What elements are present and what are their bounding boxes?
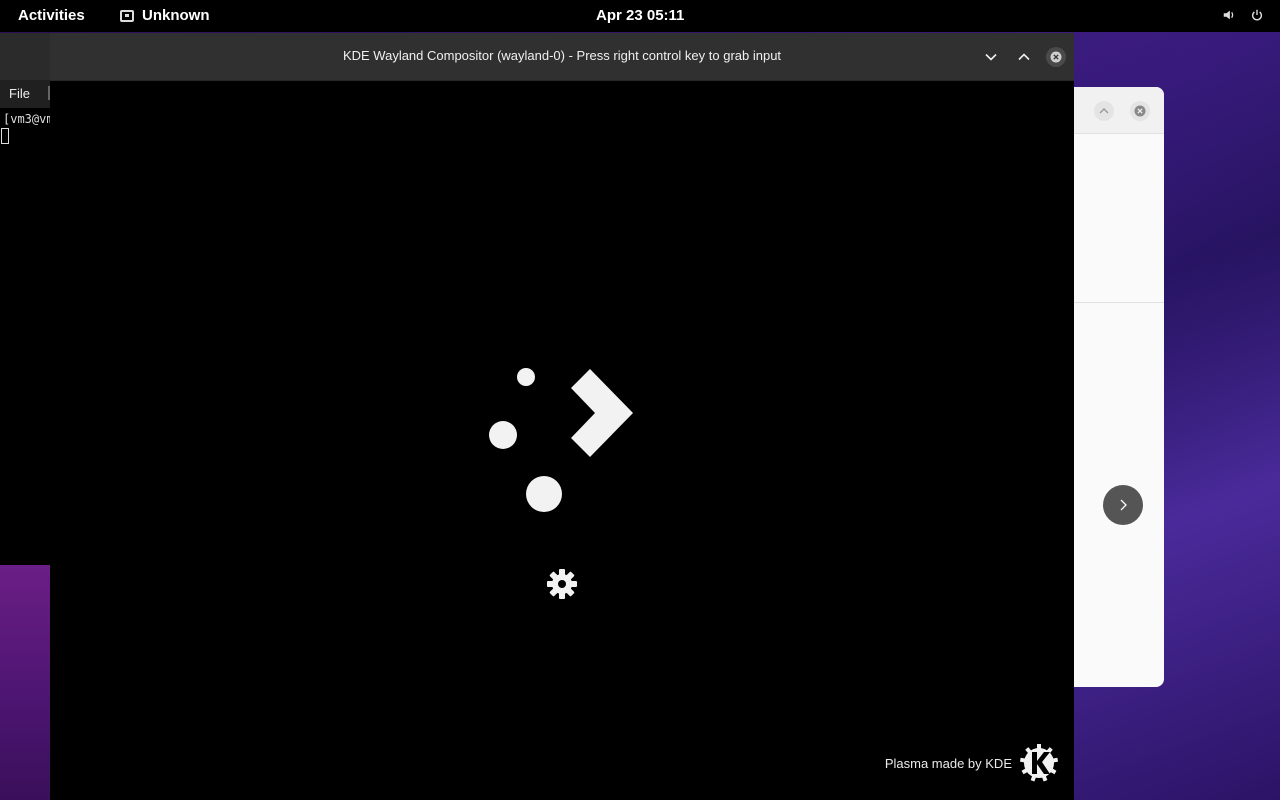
- close-icon: [1134, 105, 1146, 117]
- terminal-prompt: [vm3@vm: [3, 112, 50, 126]
- plasma-logo-icon: [489, 368, 633, 512]
- clock[interactable]: Apr 23 05:11: [596, 7, 684, 24]
- gear-icon: [547, 569, 577, 599]
- close-button[interactable]: [1130, 101, 1150, 121]
- volume-icon: [1223, 10, 1234, 20]
- chevron-right-icon: [1120, 499, 1127, 511]
- window-title: KDE Wayland Compositor (wayland-0) - Pre…: [342, 48, 782, 63]
- menu-file[interactable]: File: [9, 86, 30, 101]
- next-button[interactable]: [1103, 485, 1143, 525]
- compositor-titlebar[interactable]: KDE Wayland Compositor (wayland-0) - Pre…: [50, 33, 1074, 81]
- footer-text: Plasma made by KDE: [884, 755, 1012, 771]
- activities-button[interactable]: Activities: [18, 7, 85, 24]
- app-menu[interactable]: Unknown: [120, 7, 210, 24]
- minimize-button[interactable]: [981, 47, 1001, 67]
- terminal-cursor: [1, 128, 9, 144]
- wallpaper-left-strip: [0, 565, 50, 800]
- kde-logo-icon: [1020, 744, 1058, 782]
- power-icon: [1251, 9, 1263, 21]
- maximize-button[interactable]: [1094, 101, 1114, 121]
- chevron-up-icon: [1018, 53, 1030, 61]
- window-icon: [120, 9, 134, 22]
- plasma-splash-screen: Plasma made by KDE: [50, 80, 1074, 800]
- maximize-button[interactable]: [1014, 47, 1034, 67]
- section-divider: [1074, 302, 1164, 303]
- chevron-down-icon: [985, 53, 997, 61]
- splash-footer: Plasma made by KDE: [885, 744, 1058, 782]
- terminal-titlebar[interactable]: [0, 33, 50, 80]
- app-menu-label: Unknown: [142, 7, 210, 24]
- background-window-titlebar[interactable]: [1074, 87, 1164, 134]
- close-icon: [1050, 51, 1062, 63]
- kde-compositor-window[interactable]: KDE Wayland Compositor (wayland-0) - Pre…: [50, 33, 1074, 800]
- background-window[interactable]: [1074, 87, 1164, 687]
- close-button[interactable]: [1046, 47, 1066, 67]
- terminal-menubar: File: [0, 80, 50, 108]
- top-bar: Activities Unknown Apr 23 05:11: [0, 0, 1280, 32]
- terminal-window[interactable]: File [vm3@vm: [0, 33, 50, 565]
- chevron-up-icon: [1099, 108, 1109, 114]
- splash-canvas: [489, 368, 633, 599]
- system-menu[interactable]: [1222, 8, 1264, 22]
